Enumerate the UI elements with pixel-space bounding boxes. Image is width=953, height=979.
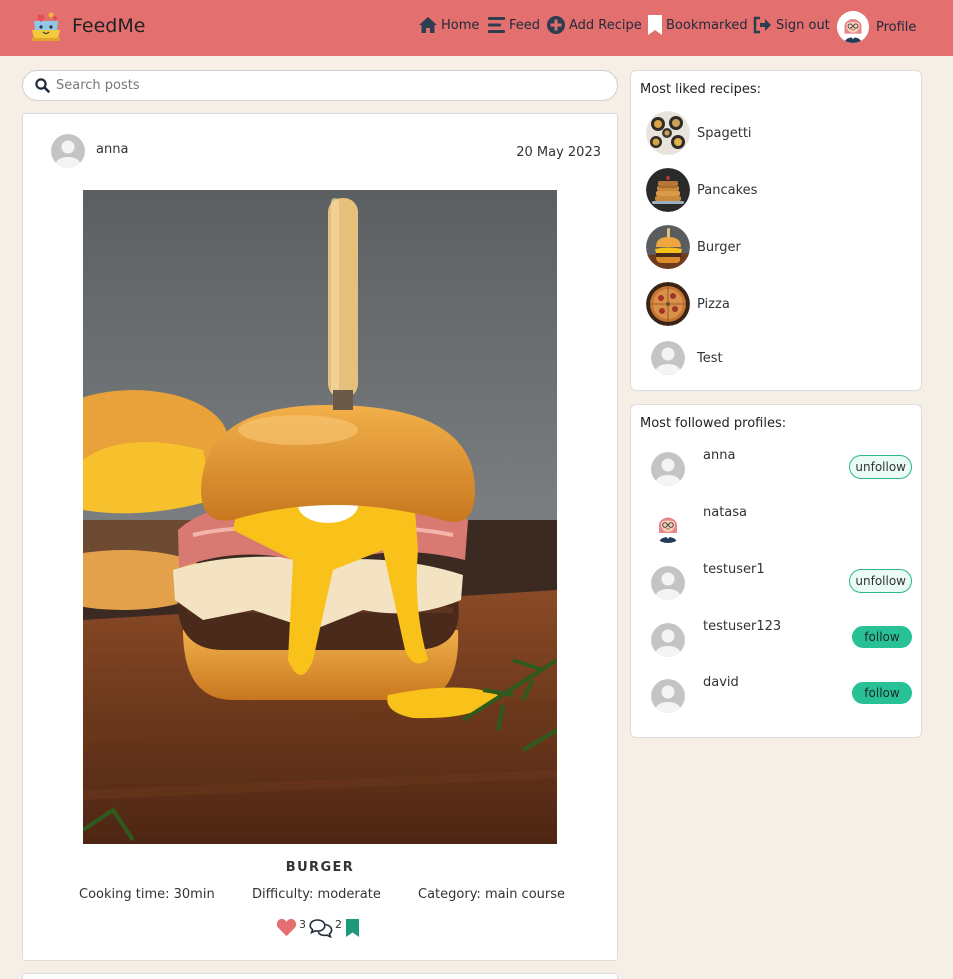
bookmark-icon: [647, 14, 663, 36]
recipe-thumbnail: [646, 225, 690, 269]
feedme-logo-icon: [32, 12, 60, 41]
nav-add-recipe-link[interactable]: Add Recipe: [546, 12, 642, 38]
nav-bookmarked-label: Bookmarked: [666, 17, 748, 33]
profile-item: david follow: [651, 675, 913, 716]
brand-name: FeedMe: [72, 15, 146, 37]
search-bar: [22, 70, 618, 101]
profile-item: natasa: [651, 505, 913, 546]
avatar[interactable]: [651, 452, 685, 486]
most-followed-profiles-card: Most followed profiles: anna unfollow na…: [630, 404, 922, 738]
profile-item: anna unfollow: [651, 448, 913, 489]
nav-sign-out-label: Sign out: [776, 17, 830, 33]
comments-icon[interactable]: [309, 918, 333, 938]
post-author-name: anna: [96, 141, 129, 157]
post-date: 20 May 2023: [516, 145, 601, 160]
recipe-item[interactable]: Pancakes: [646, 168, 757, 212]
search-input[interactable]: [56, 78, 596, 93]
recipe-name: Spagetti: [697, 125, 752, 141]
profile-name[interactable]: natasa: [703, 505, 747, 520]
sign-out-icon: [753, 16, 773, 34]
post-card: anna 20 May 2023 BURGER Cooking time: 30…: [22, 113, 618, 961]
nav-add-recipe-label: Add Recipe: [569, 17, 642, 33]
post-image[interactable]: [83, 190, 557, 844]
recipe-item[interactable]: Spagetti: [646, 111, 752, 155]
difficulty: Difficulty: moderate: [252, 887, 381, 902]
profile-item: testuser1 unfollow: [651, 562, 913, 603]
nav-home-link[interactable]: Home: [418, 12, 479, 38]
follow-button[interactable]: follow: [852, 626, 912, 648]
avatar[interactable]: [651, 623, 685, 657]
recipe-item[interactable]: Test: [646, 341, 723, 375]
home-icon: [418, 16, 438, 34]
recipe-item[interactable]: Burger: [646, 225, 741, 269]
profile-item: testuser123 follow: [651, 619, 913, 660]
recipe-thumbnail: [646, 282, 690, 326]
post-actions: 3 2: [276, 918, 360, 938]
recipe-thumbnail: [646, 111, 690, 155]
profile-name[interactable]: testuser1: [703, 562, 765, 577]
bookmark-icon[interactable]: [345, 918, 360, 938]
avatar[interactable]: [651, 566, 685, 600]
navbar: FeedMe Home Feed Add Recipe Bookmarked S…: [0, 0, 953, 56]
nav-feed-label: Feed: [509, 17, 541, 33]
recipe-name: Test: [697, 350, 723, 366]
profile-name[interactable]: david: [703, 675, 739, 690]
heart-icon[interactable]: [276, 918, 297, 937]
recipe-name: Burger: [697, 239, 741, 255]
nav-profile-link[interactable]: Profile: [837, 10, 916, 44]
most-liked-recipes-card: Most liked recipes: Spagetti Pancakes Bu…: [630, 70, 922, 391]
nav-sign-out-link[interactable]: Sign out: [753, 12, 830, 38]
nav-bookmarked-link[interactable]: Bookmarked: [647, 12, 748, 38]
search-icon: [35, 78, 50, 93]
category: Category: main course: [418, 887, 566, 902]
avatar[interactable]: [651, 509, 685, 543]
profile-name[interactable]: testuser123: [703, 619, 781, 634]
most-liked-title: Most liked recipes:: [640, 82, 762, 97]
brand-link[interactable]: FeedMe: [28, 8, 145, 44]
recipe-thumbnail: [651, 341, 685, 375]
nav-profile-label: Profile: [876, 19, 917, 35]
avatar[interactable]: [651, 679, 685, 713]
nav-feed-link[interactable]: Feed: [487, 12, 540, 38]
likes-count: 3: [299, 918, 306, 931]
next-post-card: [22, 973, 618, 979]
recipe-thumbnail: [646, 168, 690, 212]
follow-button[interactable]: follow: [852, 682, 912, 704]
nav-home-label: Home: [441, 17, 480, 33]
profile-name[interactable]: anna: [703, 448, 735, 463]
unfollow-button[interactable]: unfollow: [849, 569, 912, 593]
most-followed-title: Most followed profiles:: [640, 416, 787, 431]
plus-circle-icon: [546, 15, 566, 35]
recipe-item[interactable]: Pizza: [646, 282, 730, 326]
cooking-time: Cooking time: 30min: [79, 887, 215, 902]
feed-icon: [487, 16, 506, 34]
post-title[interactable]: BURGER: [23, 860, 617, 875]
recipe-name: Pancakes: [697, 182, 758, 198]
avatar: [51, 134, 85, 168]
post-author-link[interactable]: anna: [51, 134, 128, 168]
recipe-name: Pizza: [697, 296, 730, 312]
profile-avatar: [837, 11, 869, 43]
unfollow-button[interactable]: unfollow: [849, 455, 912, 479]
comments-count: 2: [335, 918, 342, 931]
